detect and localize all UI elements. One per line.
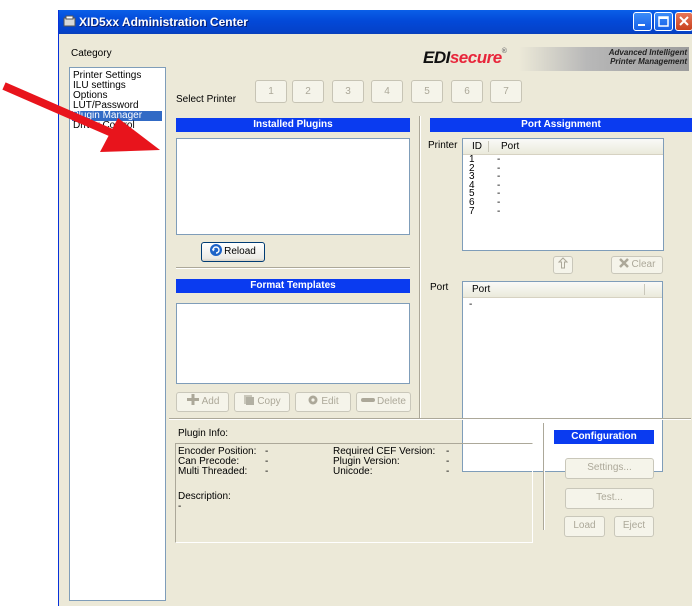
description-value: - <box>178 501 182 512</box>
clear-button[interactable]: Clear <box>611 256 663 274</box>
add-button[interactable]: Add <box>176 392 229 412</box>
port-assignment-header: Port Assignment <box>430 118 692 132</box>
printer-button-5[interactable]: 5 <box>411 80 443 103</box>
info-separator <box>169 418 691 420</box>
category-list[interactable]: Printer Settings ILU settings Options LU… <box>69 67 166 601</box>
maximize-icon <box>658 16 669 27</box>
title-bar[interactable]: XID5xx Administration Center <box>59 10 692 34</box>
printer-port-list-header: ID Port <box>463 139 663 155</box>
close-button[interactable] <box>675 12 692 31</box>
port-list-header: Port <box>463 282 662 298</box>
printer-button-1[interactable]: 1 <box>255 80 287 103</box>
tagline: Advanced Intelligent Printer Management <box>608 48 687 66</box>
edit-label: Edit <box>321 396 339 407</box>
printer-button-4[interactable]: 4 <box>371 80 403 103</box>
port-row[interactable]: - <box>469 300 472 310</box>
move-up-button[interactable] <box>553 256 573 274</box>
column-port-header[interactable]: Port <box>472 282 490 297</box>
gear-icon <box>308 395 318 405</box>
column-divider <box>644 284 645 295</box>
copy-button[interactable]: Copy <box>234 392 290 412</box>
printer-button-2[interactable]: 2 <box>292 80 324 103</box>
maximize-button[interactable] <box>654 12 673 31</box>
admin-window: XID5xx Administration Center Category Pr… <box>58 10 692 606</box>
printer-button-6[interactable]: 6 <box>451 80 483 103</box>
printer-row-id[interactable]: 7 <box>469 206 475 216</box>
multi-threaded-value: - <box>265 466 269 477</box>
reload-button[interactable]: Reload <box>201 242 265 262</box>
minus-icon <box>361 398 376 402</box>
config-separator <box>543 423 545 530</box>
eject-button[interactable]: Eject <box>614 516 654 537</box>
edisecure-logo: EDIsecure® <box>423 48 507 67</box>
unicode-label: Unicode: <box>333 466 373 477</box>
configuration-header: Configuration <box>554 430 654 444</box>
select-printer-label: Select Printer <box>176 94 237 105</box>
window-title: XID5xx Administration Center <box>79 15 248 29</box>
reload-label: Reload <box>224 246 256 257</box>
close-icon <box>679 16 689 26</box>
plugins-separator <box>176 267 410 269</box>
edit-button[interactable]: Edit <box>295 392 351 412</box>
format-templates-list[interactable] <box>176 303 410 384</box>
installed-plugins-header: Installed Plugins <box>176 118 410 132</box>
format-templates-header: Format Templates <box>176 279 410 293</box>
add-label: Add <box>201 396 220 407</box>
category-item-driver-control[interactable]: Driver Control <box>73 121 135 131</box>
printer-label: Printer <box>428 140 458 151</box>
minimize-button[interactable] <box>633 12 652 31</box>
delete-label: Delete <box>377 396 406 407</box>
copy-label: Copy <box>257 396 281 407</box>
unicode-value: - <box>446 466 450 477</box>
clear-label: Clear <box>631 259 656 270</box>
printer-port-list[interactable]: ID Port 1-2-3-4-5-6-7- <box>462 138 664 251</box>
printer-button-7[interactable]: 7 <box>490 80 522 103</box>
plugin-info-label: Plugin Info: <box>178 428 229 439</box>
description-label: Description: <box>178 491 231 502</box>
clear-x-icon <box>618 258 629 268</box>
column-port[interactable]: Port <box>501 139 519 154</box>
printer-row-port[interactable]: - <box>497 206 500 216</box>
vertical-separator <box>419 116 421 418</box>
plugin-info-panel: Encoder Position: - Can Precode: - Multi… <box>175 443 533 543</box>
up-arrow-icon <box>557 257 569 269</box>
column-divider <box>488 141 489 152</box>
test-button[interactable]: Test... <box>565 488 654 509</box>
column-id[interactable]: ID <box>472 139 482 154</box>
delete-button[interactable]: Delete <box>356 392 411 412</box>
multi-threaded-label: Multi Threaded: <box>178 466 248 477</box>
load-button[interactable]: Load <box>564 516 605 537</box>
settings-button[interactable]: Settings... <box>565 458 654 479</box>
installed-plugins-list[interactable] <box>176 138 410 235</box>
printer-button-3[interactable]: 3 <box>332 80 364 103</box>
reload-icon <box>210 244 223 256</box>
app-icon <box>63 15 76 27</box>
copy-icon <box>244 395 255 405</box>
category-label: Category <box>71 48 112 59</box>
minimize-icon <box>638 24 645 26</box>
port-label: Port <box>430 282 449 293</box>
add-icon <box>186 394 199 405</box>
